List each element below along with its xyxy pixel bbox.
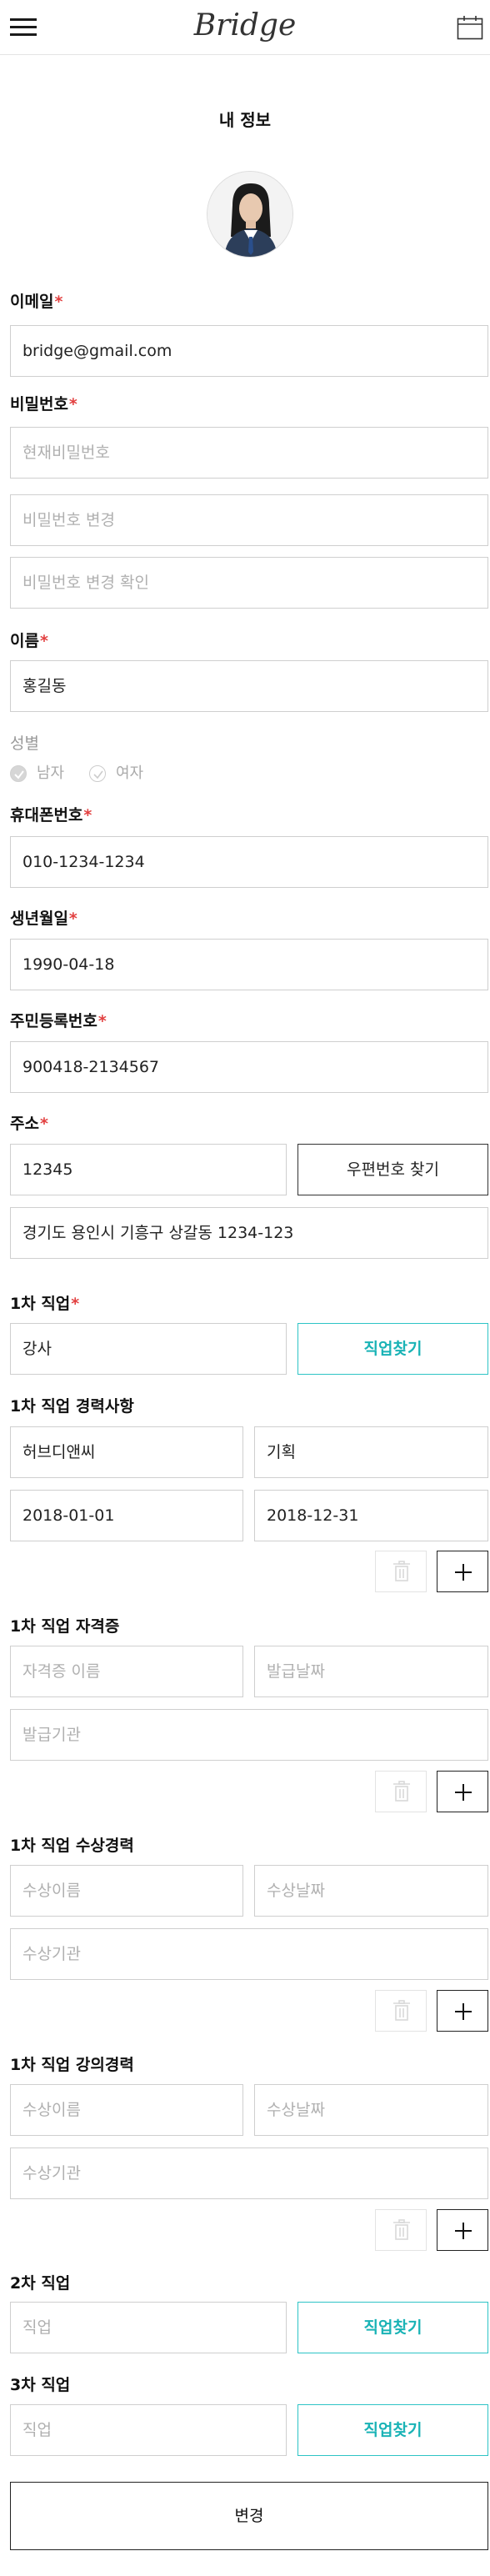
confirm-password-input[interactable]: 비밀번호 변경 확인 (10, 557, 488, 609)
license-name-input[interactable]: 자격증 이름 (10, 1646, 243, 1697)
job2-label: 2차 직업 (10, 2274, 71, 2293)
resident-id-label: 주민등록번호* (10, 1012, 107, 1030)
radio-unchecked-icon (89, 765, 106, 782)
career-company-field[interactable]: 허브디앤씨 (10, 1426, 243, 1478)
birthdate-label: 생년월일* (10, 910, 78, 928)
job1-label: 1차 직업* (10, 1295, 80, 1313)
trash-icon (393, 1561, 410, 1581)
award-org-input[interactable]: 수상기관 (10, 1928, 488, 1980)
app-logo[interactable]: Bridge (0, 8, 490, 43)
job3-label: 3차 직업 (10, 2376, 71, 2394)
current-password-input[interactable]: 현재비밀번호 (10, 427, 488, 479)
lecture-org-input[interactable]: 수상기관 (10, 2148, 488, 2199)
lecture-delete-button[interactable] (375, 2209, 427, 2251)
page-title: 내 정보 (218, 110, 272, 130)
submit-change-button[interactable]: 변경 (10, 2482, 488, 2550)
career-role-field[interactable]: 기획 (254, 1426, 488, 1478)
career-delete-button[interactable] (375, 1551, 427, 1592)
gender-option-female[interactable]: 여자 (89, 762, 164, 785)
gender-option-male[interactable]: 남자 (10, 762, 85, 785)
job1-lecture-label: 1차 직업 강의경력 (10, 2056, 134, 2074)
job1-career-label: 1차 직업 경력사항 (10, 1397, 134, 1416)
name-label: 이름* (10, 632, 48, 650)
profile-avatar[interactable] (207, 171, 293, 258)
job1-award-label: 1차 직업 수상경력 (10, 1837, 134, 1855)
birthdate-field[interactable]: 1990-04-18 (10, 939, 488, 990)
address-label: 주소* (10, 1115, 48, 1133)
password-label: 비밀번호* (10, 395, 78, 413)
phone-field[interactable]: 010-1234-1234 (10, 836, 488, 888)
job3-input[interactable]: 직업 (10, 2404, 287, 2456)
trash-icon (393, 2000, 410, 2021)
lecture-date-input[interactable]: 수상날짜 (254, 2084, 488, 2136)
license-add-button[interactable] (437, 1771, 488, 1812)
job2-input[interactable]: 직업 (10, 2302, 287, 2353)
email-field[interactable]: bridge@gmail.com (10, 325, 488, 377)
new-password-input[interactable]: 비밀번호 변경 (10, 494, 488, 546)
lecture-name-input[interactable]: 수상이름 (10, 2084, 243, 2136)
license-issuer-input[interactable]: 발급기관 (10, 1709, 488, 1761)
email-label: 이메일* (10, 293, 63, 311)
name-field[interactable]: 홍길동 (10, 660, 488, 712)
phone-label: 휴대폰번호* (10, 806, 92, 824)
job2-find-button[interactable]: 직업찾기 (298, 2302, 488, 2353)
lecture-add-button[interactable] (437, 2209, 488, 2251)
trash-icon (393, 1781, 410, 1802)
calendar-icon[interactable] (457, 15, 483, 40)
postcode-field[interactable]: 12345 (10, 1144, 287, 1195)
gender-label: 성별 (10, 734, 39, 753)
award-add-button[interactable] (437, 1990, 488, 2032)
award-date-input[interactable]: 수상날짜 (254, 1865, 488, 1917)
trash-icon (393, 2219, 410, 2240)
job3-find-button[interactable]: 직업찾기 (298, 2404, 488, 2456)
job1-field[interactable]: 강사 (10, 1323, 287, 1375)
award-delete-button[interactable] (375, 1990, 427, 2032)
address-detail-field[interactable]: 경기도 용인시 기흥구 상갈동 1234-123 (10, 1207, 488, 1259)
job1-find-button[interactable]: 직업찾기 (298, 1323, 488, 1375)
app-header: Bridge (0, 0, 490, 55)
radio-checked-icon (10, 765, 27, 782)
license-delete-button[interactable] (375, 1771, 427, 1812)
resident-id-field[interactable]: 900418-2134567 (10, 1041, 488, 1093)
license-date-input[interactable]: 발급날짜 (254, 1646, 488, 1697)
award-name-input[interactable]: 수상이름 (10, 1865, 243, 1917)
job1-license-label: 1차 직업 자격증 (10, 1617, 120, 1636)
career-add-button[interactable] (437, 1551, 488, 1592)
career-end-date-field[interactable]: 2018-12-31 (254, 1490, 488, 1541)
career-start-date-field[interactable]: 2018-01-01 (10, 1490, 243, 1541)
find-postcode-button[interactable]: 우편번호 찾기 (298, 1144, 488, 1195)
